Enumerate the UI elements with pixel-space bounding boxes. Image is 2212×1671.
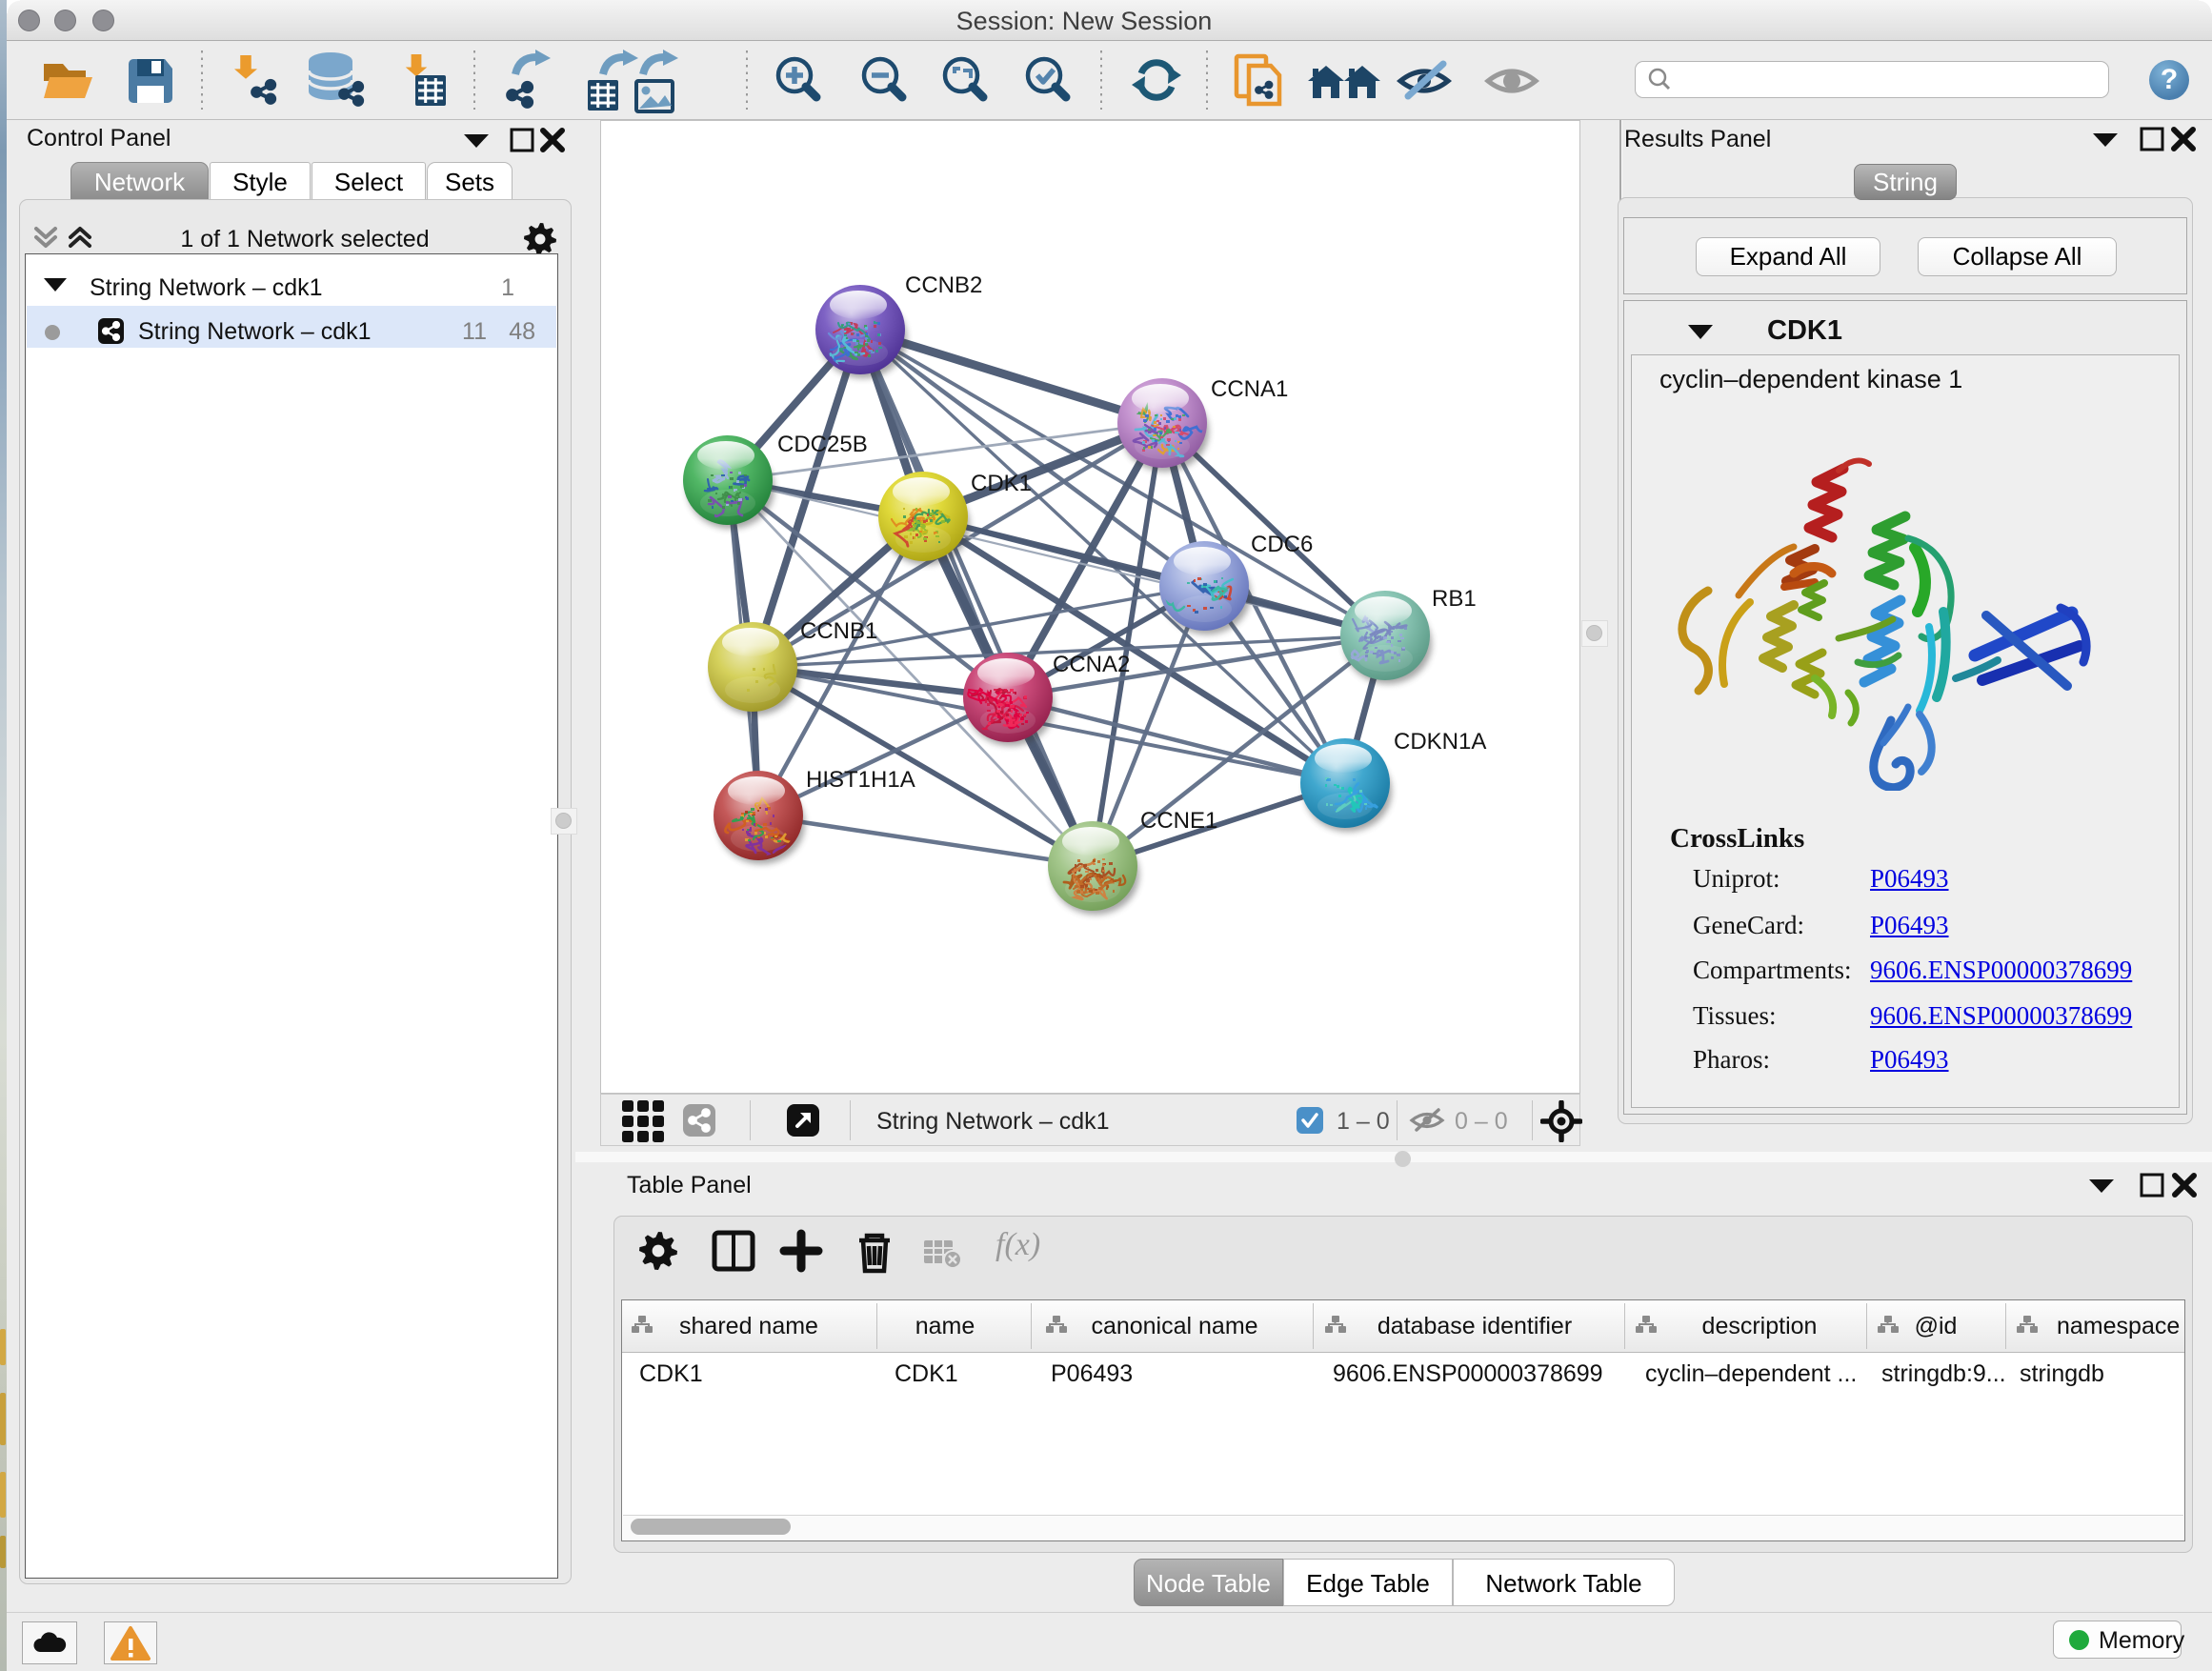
svg-text:CDK1: CDK1: [971, 471, 1032, 496]
svg-text:HIST1H1A: HIST1H1A: [806, 767, 915, 793]
svg-text:RB1: RB1: [1432, 586, 1477, 612]
svg-text:CCNA1: CCNA1: [1211, 376, 1288, 402]
svg-text:CCNB2: CCNB2: [905, 272, 982, 298]
svg-text:CCNA2: CCNA2: [1053, 652, 1130, 677]
svg-text:CCNE1: CCNE1: [1140, 808, 1217, 834]
svg-text:CDC25B: CDC25B: [777, 432, 868, 457]
svg-text:CDC6: CDC6: [1251, 532, 1313, 557]
svg-text:CCNB1: CCNB1: [800, 618, 877, 644]
svg-text:CDKN1A: CDKN1A: [1394, 729, 1486, 755]
